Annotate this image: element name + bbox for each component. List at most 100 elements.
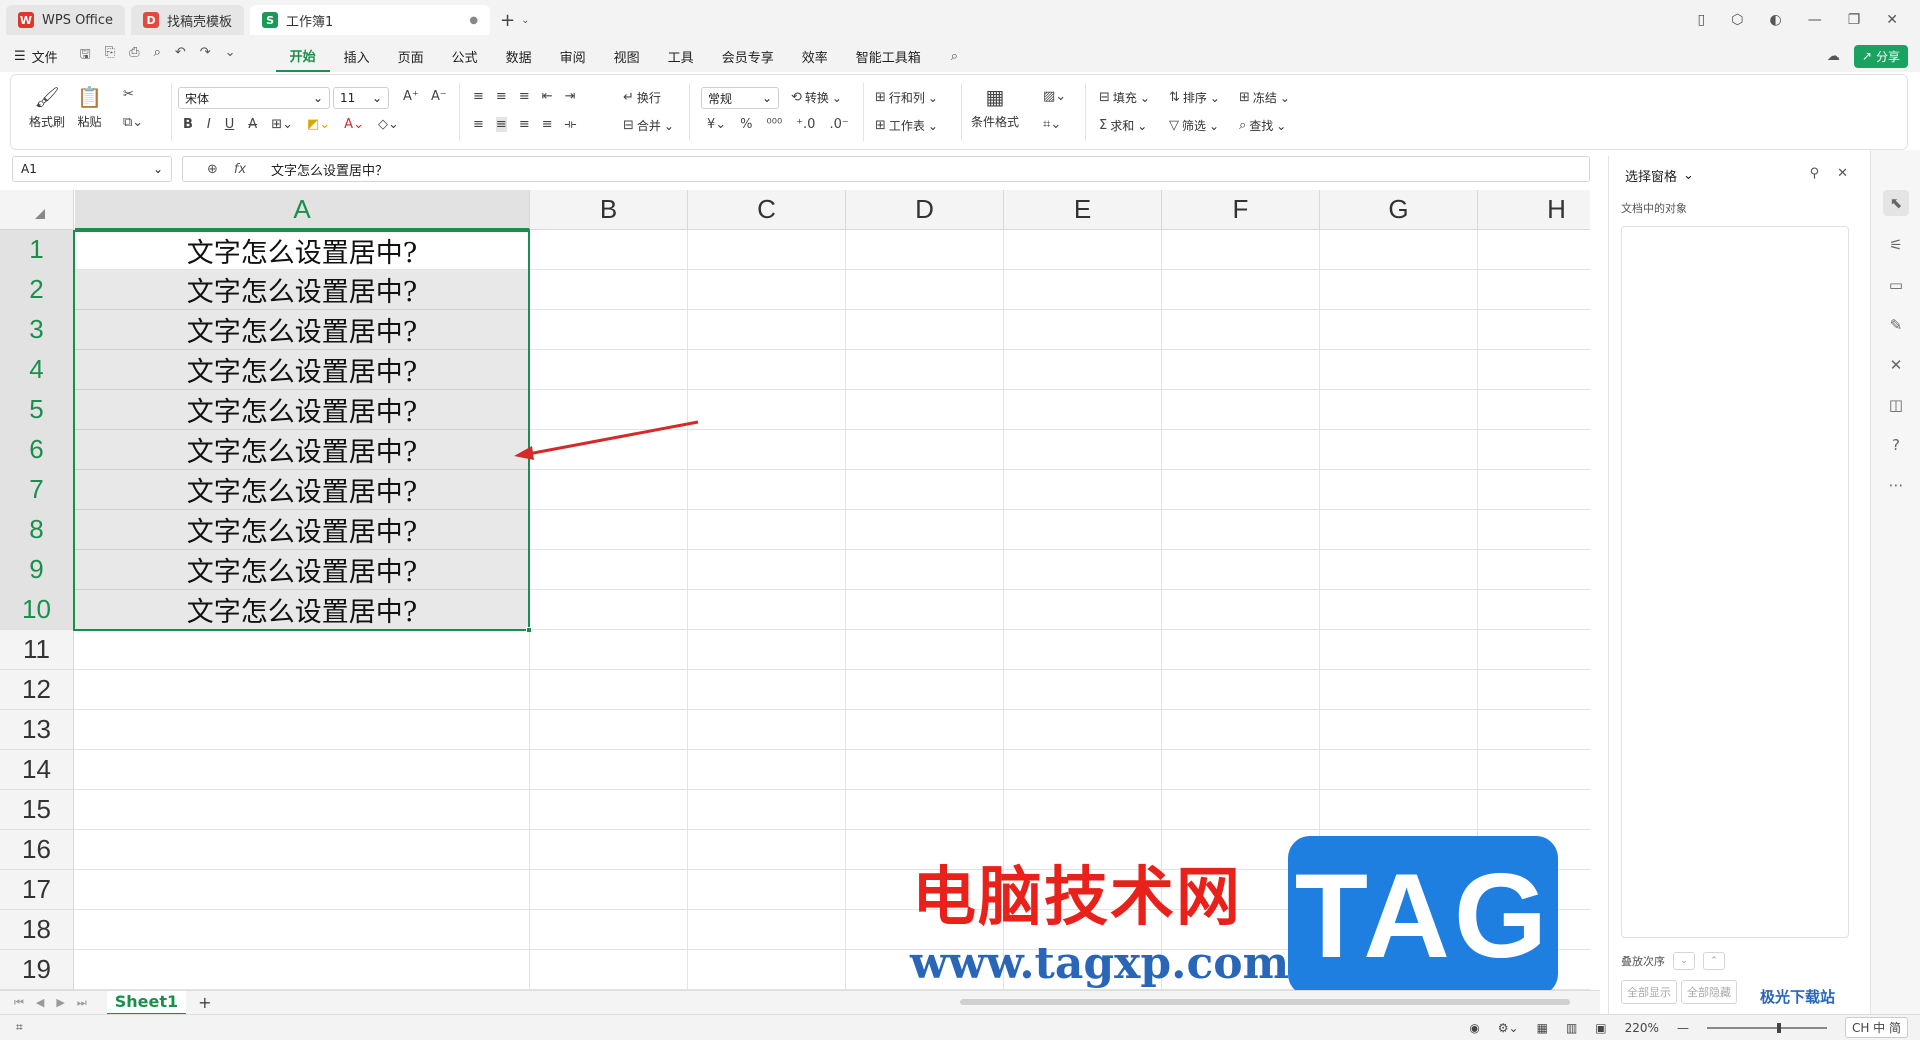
rows-cols-button[interactable]: ⊞ 行和列 ⌄: [875, 89, 938, 106]
align-left-icon[interactable]: ≡: [473, 117, 484, 132]
column-header-a[interactable]: A: [75, 190, 530, 230]
eye-icon[interactable]: ◉: [1469, 1021, 1479, 1035]
minimize-icon[interactable]: —: [1808, 12, 1822, 28]
sort-button[interactable]: ⇅ 排序 ⌄: [1169, 89, 1220, 106]
macro-icon[interactable]: ⌗: [16, 1020, 23, 1035]
formula-bar[interactable]: ⊕ fx 文字怎么设置居中？: [182, 156, 1590, 182]
file-menu[interactable]: ☰ 文件: [14, 47, 58, 66]
properties-icon[interactable]: ⚟: [1883, 232, 1909, 258]
share-button[interactable]: ↗ 分享: [1853, 44, 1908, 68]
tab-tools[interactable]: 工具: [654, 40, 708, 72]
sheet-tab-active[interactable]: Sheet1: [106, 990, 187, 1015]
currency-icon[interactable]: ¥⌄: [707, 117, 726, 132]
column-header-c[interactable]: C: [688, 190, 846, 230]
cell-a10[interactable]: 文字怎么设置居中?: [75, 590, 529, 630]
tab-page[interactable]: 页面: [384, 40, 438, 72]
page-break-icon[interactable]: ▣: [1595, 1021, 1606, 1035]
fill-handle[interactable]: [526, 627, 532, 633]
align-bottom-icon[interactable]: ≡: [519, 89, 530, 104]
cell-a8[interactable]: 文字怎么设置居中?: [75, 510, 529, 550]
formula-value[interactable]: 文字怎么设置居中？: [263, 160, 388, 179]
cube-icon[interactable]: ⬡: [1731, 12, 1743, 28]
row-header[interactable]: 9: [0, 550, 74, 590]
indent-decrease-icon[interactable]: ⇤: [542, 89, 553, 104]
align-top-icon[interactable]: ≡: [473, 89, 484, 104]
row-header[interactable]: 19: [0, 950, 74, 990]
row-header[interactable]: 1: [0, 230, 74, 270]
comment-icon[interactable]: ▭: [1883, 272, 1909, 298]
select-cursor-icon[interactable]: ⬉: [1883, 190, 1909, 216]
strikethrough-icon[interactable]: A: [248, 117, 257, 132]
pane-title[interactable]: 选择窗格 ⌄: [1625, 166, 1694, 185]
eraser-icon[interactable]: ◇⌄: [378, 117, 399, 132]
fill-button[interactable]: ⊟ 填充 ⌄: [1099, 89, 1150, 106]
decimal-decrease-icon[interactable]: .0⁻: [829, 117, 848, 132]
preview-icon[interactable]: ⌕: [154, 45, 161, 67]
tab-template[interactable]: D 找稿壳模板: [131, 5, 245, 35]
tools-icon[interactable]: ✕: [1883, 352, 1909, 378]
page-layout-icon[interactable]: ▥: [1566, 1021, 1577, 1035]
row-header[interactable]: 8: [0, 510, 74, 550]
cell-a4[interactable]: 文字怎么设置居中?: [75, 350, 529, 390]
align-center-icon[interactable]: ≡: [495, 117, 507, 132]
tab-data[interactable]: 数据: [492, 40, 546, 72]
chevron-down-icon[interactable]: ⌄: [225, 45, 236, 67]
cell-a3[interactable]: 文字怎么设置居中?: [75, 310, 529, 350]
conditional-format-button[interactable]: ▦ 条件格式: [971, 85, 1019, 130]
add-sheet-icon[interactable]: +: [198, 993, 211, 1012]
last-sheet-icon[interactable]: ⏭: [77, 996, 87, 1010]
chevron-down-icon[interactable]: ⌄: [521, 15, 529, 26]
highlight-icon[interactable]: ◩⌄: [307, 117, 330, 132]
distribute-icon[interactable]: ⟛: [565, 117, 577, 132]
row-header[interactable]: 3: [0, 310, 74, 350]
cell-a7[interactable]: 文字怎么设置居中?: [75, 470, 529, 510]
first-sheet-icon[interactable]: ⏮: [14, 996, 24, 1010]
redo-icon[interactable]: ↷: [200, 45, 211, 67]
row-header[interactable]: 18: [0, 910, 74, 950]
tab-wps-office[interactable]: W WPS Office: [6, 5, 126, 35]
row-header[interactable]: 12: [0, 670, 74, 710]
tab-member[interactable]: 会员专享: [708, 40, 788, 72]
cell-a9[interactable]: 文字怎么设置居中?: [75, 550, 529, 590]
row-header[interactable]: 2: [0, 270, 74, 310]
font-name-select[interactable]: 宋体 ⌄: [178, 87, 330, 109]
font-size-select[interactable]: 11 ⌄: [333, 87, 389, 109]
select-all-corner[interactable]: [0, 190, 74, 230]
row-header[interactable]: 7: [0, 470, 74, 510]
new-tab-icon[interactable]: +: [500, 10, 515, 31]
tab-workbook[interactable]: S 工作簿1 ●: [250, 5, 491, 35]
tab-insert[interactable]: 插入: [330, 40, 384, 72]
tab-smart-toolbox[interactable]: 智能工具箱: [842, 40, 935, 72]
horizontal-scrollbar[interactable]: [960, 999, 1570, 1005]
align-right-icon[interactable]: ≡: [519, 117, 530, 132]
merge-button[interactable]: ⊟ 合并 ⌄: [623, 117, 674, 134]
zoom-slider[interactable]: [1706, 1022, 1827, 1033]
prev-sheet-icon[interactable]: ◀: [36, 996, 44, 1010]
close-icon[interactable]: ✕: [1837, 166, 1848, 181]
row-header[interactable]: 17: [0, 870, 74, 910]
percent-icon[interactable]: %: [740, 117, 752, 132]
grow-font-button[interactable]: A⁺: [403, 89, 419, 104]
tab-home[interactable]: 开始: [275, 40, 330, 72]
cell-style-button[interactable]: ▨⌄: [1043, 89, 1066, 104]
move-down-icon[interactable]: ⌄: [1673, 952, 1695, 970]
help-icon[interactable]: ?: [1883, 432, 1909, 458]
book-icon[interactable]: ◫: [1883, 392, 1909, 418]
row-header[interactable]: 13: [0, 710, 74, 750]
tab-formula[interactable]: 公式: [438, 40, 492, 72]
search-icon[interactable]: ⌕: [951, 49, 958, 64]
format-painter-button[interactable]: 🖌 格式刷: [29, 85, 65, 130]
tab-review[interactable]: 审阅: [546, 40, 600, 72]
fx-icon[interactable]: fx: [234, 162, 246, 177]
row-header[interactable]: 5: [0, 390, 74, 430]
show-all-button[interactable]: 全部显示: [1621, 980, 1677, 1004]
number-format-select[interactable]: 常规 ⌄: [701, 87, 779, 109]
column-header-f[interactable]: F: [1162, 190, 1320, 230]
font-color-icon[interactable]: A⌄: [344, 117, 364, 132]
column-header-g[interactable]: G: [1320, 190, 1478, 230]
align-middle-icon[interactable]: ≡: [496, 89, 507, 104]
cell-a6[interactable]: 文字怎么设置居中?: [75, 430, 529, 470]
border-icon[interactable]: ⊞⌄: [271, 117, 293, 132]
thousands-icon[interactable]: ⁰⁰⁰: [767, 117, 783, 132]
indent-increase-icon[interactable]: ⇥: [565, 89, 576, 104]
